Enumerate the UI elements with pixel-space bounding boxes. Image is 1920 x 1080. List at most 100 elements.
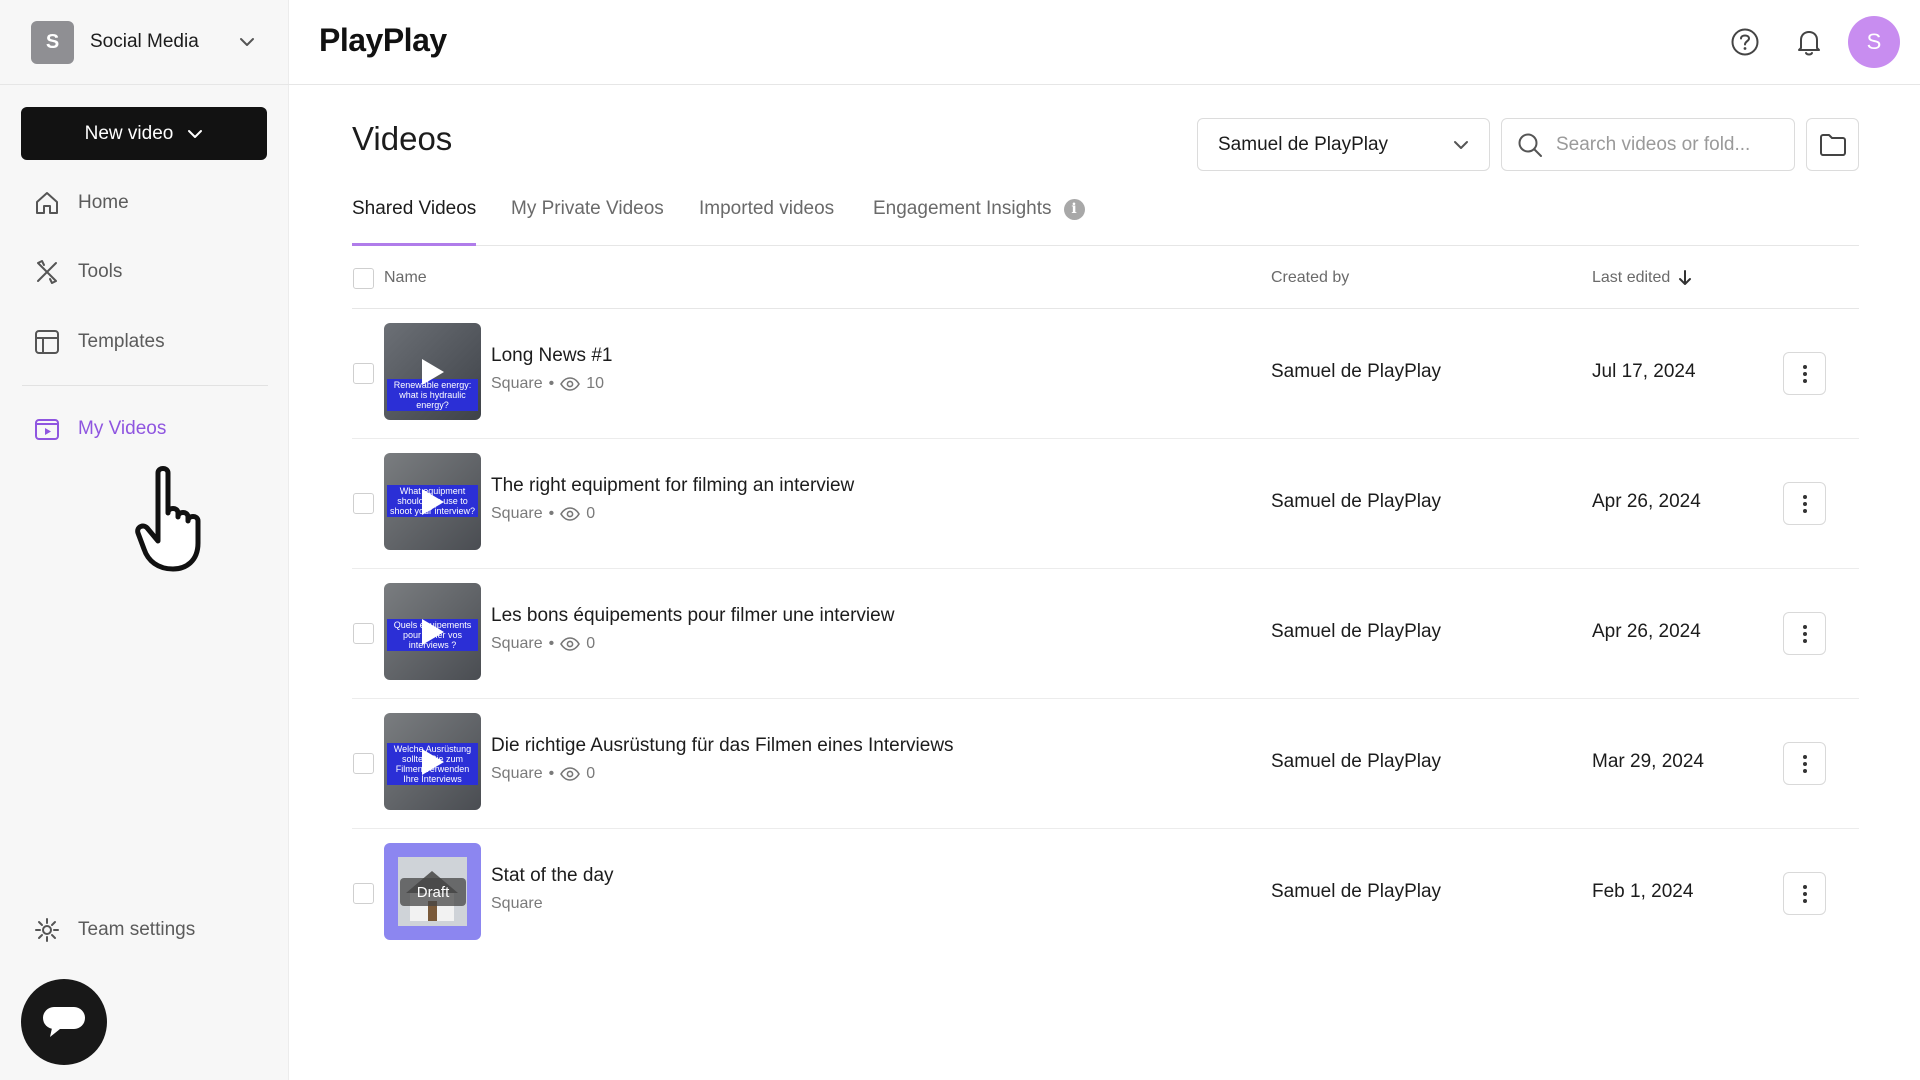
sidebar-item-label: Home	[78, 192, 129, 213]
row-checkbox[interactable]	[353, 883, 374, 904]
video-meta: Square • 0	[491, 765, 596, 782]
page-title: Videos	[352, 120, 453, 157]
tab-my-private-videos[interactable]: My Private Videos	[511, 198, 664, 246]
tab-shared-videos[interactable]: Shared Videos	[352, 198, 477, 246]
column-header-last-edited[interactable]: Last edited	[1592, 269, 1692, 287]
video-last-edited: Apr 26, 2024	[1592, 491, 1701, 512]
sidebar-item-label: Tools	[78, 261, 123, 282]
notification-bell-icon[interactable]	[1789, 22, 1829, 62]
eye-icon	[560, 767, 581, 781]
search-input[interactable]	[1556, 133, 1776, 156]
table-row[interactable]: Quels équipements pour filmer vos interv…	[352, 569, 1859, 699]
more-options-button[interactable]	[1783, 872, 1826, 915]
sidebar-item-label: My Videos	[78, 418, 167, 439]
video-thumbnail[interactable]: Welche Ausrüstung sollten Sie zum Filmen…	[384, 713, 481, 810]
tab-engagement-insights[interactable]: Engagement Insights i	[873, 198, 1085, 246]
video-title[interactable]: Les bons équipements pour filmer une int…	[491, 605, 894, 627]
more-options-button[interactable]	[1783, 612, 1826, 655]
info-icon[interactable]: i	[1063, 198, 1085, 220]
video-creator: Samuel de PlayPlay	[1271, 881, 1442, 902]
video-title[interactable]: The right equipment for filming an inter…	[491, 475, 854, 497]
column-header-created-by[interactable]: Created by	[1271, 269, 1349, 287]
pointer-hand-icon	[135, 466, 201, 572]
video-last-edited: Mar 29, 2024	[1592, 751, 1704, 772]
video-creator: Samuel de PlayPlay	[1271, 361, 1442, 382]
search-box[interactable]	[1501, 118, 1795, 171]
home-icon	[32, 188, 62, 218]
play-icon	[422, 619, 444, 645]
video-thumbnail[interactable]: What equipment should you use to shoot y…	[384, 453, 481, 550]
row-checkbox[interactable]	[353, 493, 374, 514]
templates-icon	[32, 327, 62, 357]
chevron-down-icon	[1454, 140, 1468, 149]
row-checkbox[interactable]	[353, 753, 374, 774]
chat-icon	[43, 1007, 85, 1037]
app-logo[interactable]: PlayPlay	[319, 22, 447, 59]
nav-divider	[22, 385, 268, 386]
tab-imported-videos[interactable]: Imported videos	[699, 198, 834, 246]
video-format: Square	[491, 375, 543, 392]
row-checkbox[interactable]	[353, 623, 374, 644]
view-count: 0	[586, 765, 596, 782]
video-meta: Square • 0	[491, 635, 596, 652]
more-options-button[interactable]	[1783, 482, 1826, 525]
select-all-checkbox[interactable]	[353, 268, 374, 289]
help-icon[interactable]	[1725, 22, 1765, 62]
play-icon	[422, 359, 444, 385]
table-row[interactable]: What equipment should you use to shoot y…	[352, 439, 1859, 569]
sidebar-item-label: Templates	[78, 331, 165, 352]
video-title[interactable]: Long News #1	[491, 345, 612, 367]
new-folder-button[interactable]	[1806, 118, 1859, 171]
view-count: 0	[586, 505, 596, 522]
video-last-edited: Feb 1, 2024	[1592, 881, 1694, 902]
column-header-label: Last edited	[1592, 269, 1671, 286]
eye-icon	[560, 377, 581, 391]
chat-support-button[interactable]	[21, 979, 107, 1065]
sidebar-item-my-videos[interactable]: My Videos	[32, 411, 166, 447]
table-row[interactable]: Renewable energy: what is hydraulic ener…	[352, 309, 1859, 439]
video-meta: Square	[491, 895, 543, 913]
workspace-switcher[interactable]: S Social Media	[0, 0, 289, 85]
more-options-button[interactable]	[1783, 742, 1826, 785]
more-options-button[interactable]	[1783, 352, 1826, 395]
video-format: Square	[491, 765, 543, 782]
video-title[interactable]: Die richtige Ausrüstung für das Filmen e…	[491, 735, 954, 757]
folder-icon	[1819, 133, 1846, 156]
video-meta: Square • 10	[491, 375, 604, 392]
eye-icon	[560, 507, 581, 521]
sidebar-item-home[interactable]: Home	[32, 185, 129, 221]
sort-arrow-down-icon	[1679, 270, 1692, 285]
top-bar: PlayPlay S	[289, 0, 1920, 85]
team-settings-label: Team settings	[78, 919, 196, 940]
video-tabs: Shared Videos My Private Videos Imported…	[352, 190, 1859, 246]
eye-icon	[560, 637, 581, 651]
search-icon	[1518, 133, 1542, 157]
column-header-name[interactable]: Name	[384, 269, 427, 287]
user-avatar[interactable]: S	[1848, 16, 1900, 68]
sidebar-item-templates[interactable]: Templates	[32, 324, 165, 360]
view-count: 10	[586, 375, 604, 392]
video-meta: Square • 0	[491, 505, 596, 522]
play-icon	[422, 489, 444, 515]
draft-badge: Draft	[400, 878, 466, 906]
video-thumbnail[interactable]: Quels équipements pour filmer vos interv…	[384, 583, 481, 680]
row-checkbox[interactable]	[353, 363, 374, 384]
workspace-name: Social Media	[90, 31, 199, 52]
video-creator: Samuel de PlayPlay	[1271, 751, 1442, 772]
sidebar-item-tools[interactable]: Tools	[32, 254, 122, 290]
tab-label: Engagement Insights	[873, 198, 1052, 219]
video-format: Square	[491, 635, 543, 652]
owner-filter-select[interactable]: Samuel de PlayPlay	[1197, 118, 1490, 171]
view-count: 0	[586, 635, 596, 652]
table-row[interactable]: Draft Stat of the day Square Samuel de P…	[352, 829, 1859, 959]
video-last-edited: Apr 26, 2024	[1592, 621, 1701, 642]
team-settings-link[interactable]: Team settings	[32, 912, 195, 948]
video-thumbnail[interactable]: Draft	[384, 843, 481, 940]
video-thumbnail[interactable]: Renewable energy: what is hydraulic ener…	[384, 323, 481, 420]
video-title[interactable]: Stat of the day	[491, 865, 614, 887]
chevron-down-icon	[188, 129, 203, 138]
my-videos-icon	[32, 414, 62, 444]
new-video-button[interactable]: New video	[21, 107, 267, 160]
video-format: Square	[491, 505, 543, 522]
table-row[interactable]: Welche Ausrüstung sollten Sie zum Filmen…	[352, 699, 1859, 829]
